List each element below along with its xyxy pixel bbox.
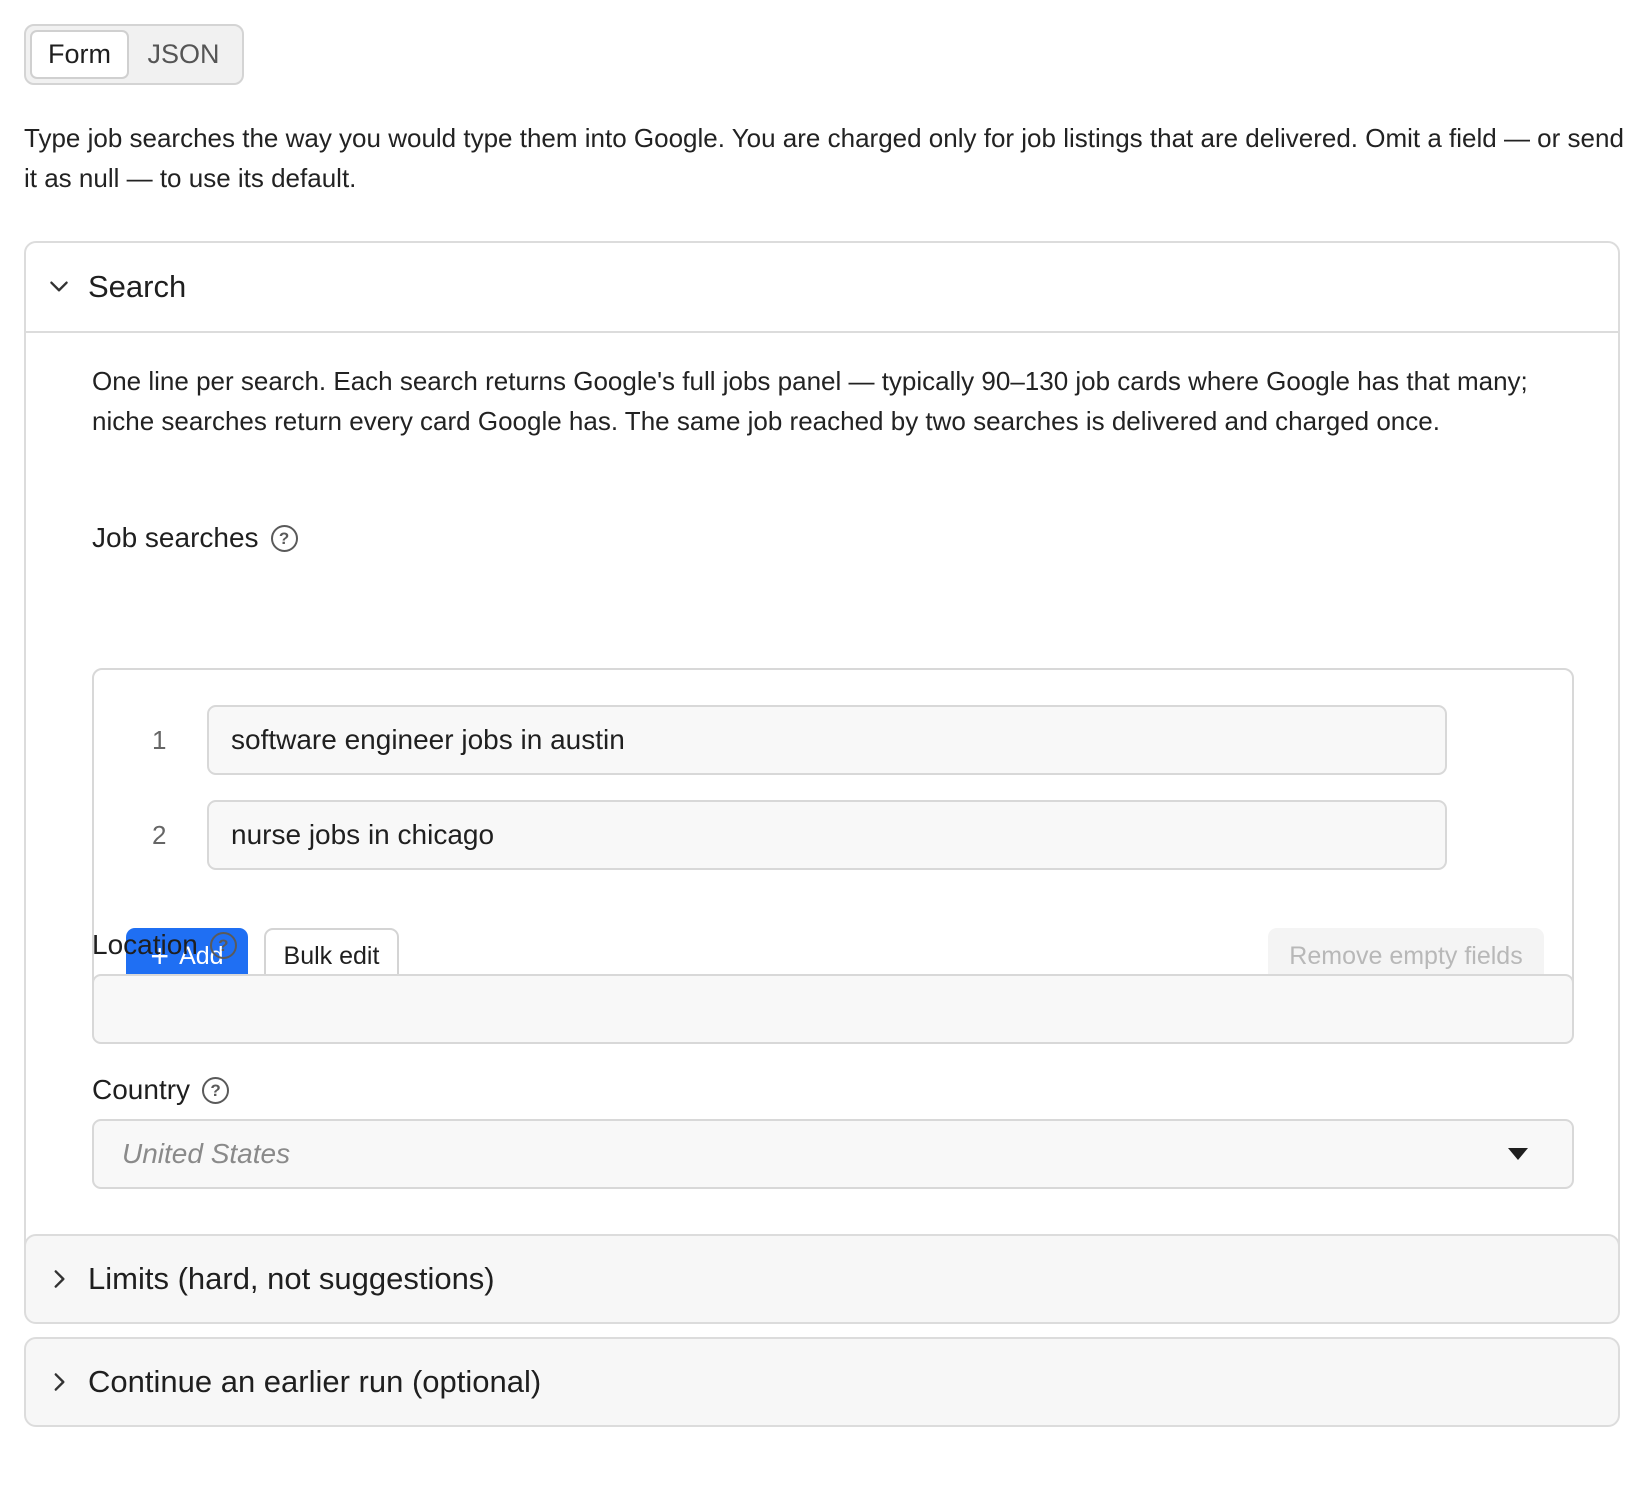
help-icon[interactable]: ?	[209, 931, 237, 959]
search-section-header[interactable]: Search	[26, 243, 1618, 333]
country-select[interactable]: United States	[92, 1119, 1574, 1189]
limits-section-title: Limits (hard, not suggestions)	[88, 1261, 495, 1296]
intro-text: Type job searches the way you would type…	[24, 123, 1624, 193]
job-searches-label: Job searches	[92, 522, 259, 553]
caret-down-icon	[1508, 1148, 1528, 1160]
row-index: 1	[152, 724, 167, 755]
job-searches-list: 1 software engineer jobs in austin 2 nur…	[92, 668, 1574, 1014]
location-label: Location	[92, 929, 198, 960]
help-icon[interactable]: ?	[270, 524, 298, 552]
country-label: Country	[92, 1074, 191, 1105]
list-item: 1 software engineer jobs in austin	[94, 705, 1572, 775]
help-icon[interactable]: ?	[202, 1076, 230, 1104]
list-item: 2 nurse jobs in chicago	[94, 800, 1572, 870]
input-form-page: Form JSON Type job searches the way you …	[0, 0, 1648, 1506]
job-search-input-1[interactable]: software engineer jobs in austin	[207, 705, 1447, 775]
location-input[interactable]	[92, 974, 1574, 1044]
chevron-down-icon	[50, 281, 68, 292]
country-label-row: Country ?	[92, 1074, 230, 1106]
tab-form[interactable]: Form	[30, 30, 130, 79]
tab-json[interactable]: JSON	[129, 30, 238, 79]
search-section-title: Search	[88, 269, 187, 304]
search-description: One line per search. Each search returns…	[92, 366, 1528, 436]
chevron-right-icon	[54, 1373, 65, 1391]
chevron-right-icon	[54, 1270, 65, 1288]
continue-section-title: Continue an earlier run (optional)	[88, 1364, 542, 1399]
search-section: Search One line per search. Each search …	[24, 241, 1620, 1274]
continue-section-header[interactable]: Continue an earlier run (optional)	[24, 1337, 1620, 1427]
job-searches-label-row: Job searches ?	[92, 522, 298, 554]
row-index: 2	[152, 819, 167, 850]
limits-section-header[interactable]: Limits (hard, not suggestions)	[24, 1234, 1620, 1324]
job-search-input-2[interactable]: nurse jobs in chicago	[207, 800, 1447, 870]
mode-switch: Form JSON	[24, 24, 244, 85]
country-select-value: United States	[122, 1138, 291, 1169]
location-label-row: Location ?	[92, 929, 237, 961]
